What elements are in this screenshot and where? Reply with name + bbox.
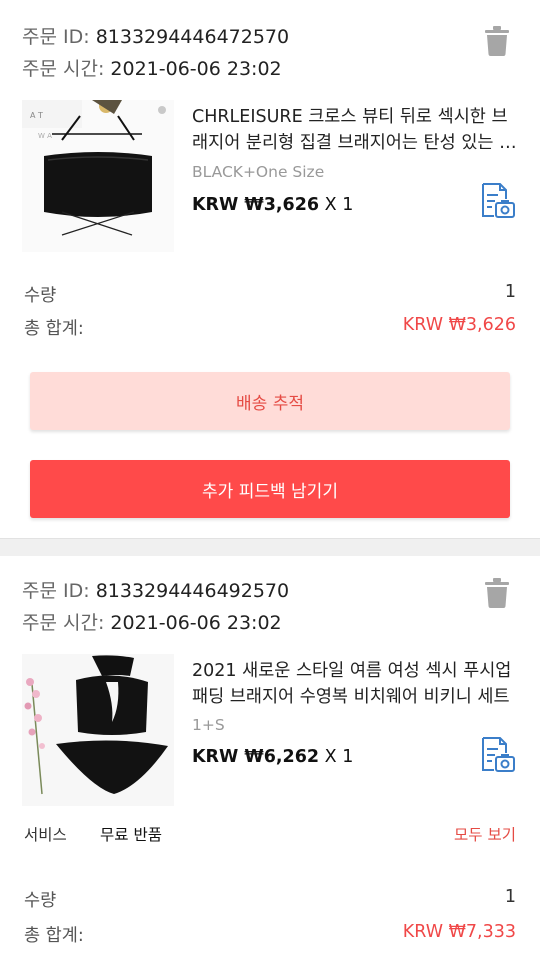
order-time-value: 2021-06-06 23:02: [110, 612, 282, 634]
order-id-value: 8133294446472570: [95, 26, 290, 48]
total-label: 총 합계:: [24, 319, 84, 339]
product-price: KRW ₩3,626: [192, 195, 320, 215]
trash-icon[interactable]: [484, 26, 510, 56]
order-time-row: 주문 시간: 2021-06-06 23:02: [22, 608, 282, 635]
order-separator: [0, 538, 540, 556]
track-shipment-button[interactable]: 배송 추적: [30, 372, 510, 430]
order-time-value: 2021-06-06 23:02: [110, 58, 282, 80]
product-image[interactable]: A T W A: [22, 100, 174, 252]
svg-text:A T: A T: [30, 111, 43, 120]
product-variant: BLACK+One Size: [192, 163, 325, 181]
order-id-row: 주문 ID: 8133294446492570: [22, 576, 289, 603]
trash-icon[interactable]: [484, 578, 510, 608]
total-value: KRW ₩7,333: [402, 922, 516, 942]
total-label: 총 합계:: [24, 926, 84, 946]
service-label: 서비스: [24, 826, 67, 844]
product-quantity-suffix: X 1: [319, 747, 354, 767]
product-price-row: KRW ₩3,626 X 1: [192, 195, 353, 215]
order-id-label: 주문 ID:: [22, 26, 96, 48]
order-id-label: 주문 ID:: [22, 580, 96, 602]
order-card: 주문 ID: 8133294446472570 주문 시간: 2021-06-0…: [0, 0, 540, 538]
order-time-label: 주문 시간:: [22, 612, 111, 634]
quantity-value: 1: [504, 887, 516, 907]
svg-text:W A: W A: [38, 132, 52, 140]
product-quantity-suffix: X 1: [319, 195, 354, 215]
product-price-row: KRW ₩6,262 X 1: [192, 747, 353, 767]
quantity-label: 수량: [24, 891, 57, 911]
leave-feedback-button[interactable]: 추가 피드백 남기기: [30, 460, 510, 518]
order-id-row: 주문 ID: 8133294446472570: [22, 22, 289, 49]
product-title[interactable]: CHRLEISURE 크로스 뷰티 뒤로 섹시한 브래지어 분리형 집결 브래지…: [192, 104, 522, 156]
product-price: KRW ₩6,262: [192, 747, 320, 767]
photo-review-icon[interactable]: [480, 736, 516, 774]
product-image[interactable]: [22, 654, 174, 806]
total-value: KRW ₩3,626: [402, 315, 516, 335]
photo-review-icon[interactable]: [480, 182, 516, 220]
order-id-value: 8133294446492570: [95, 580, 290, 602]
quantity-label: 수량: [24, 286, 57, 306]
order-time-label: 주문 시간:: [22, 58, 111, 80]
product-title[interactable]: 2021 새로운 스타일 여름 여성 섹시 푸시업 패딩 브래지어 수영복 비치…: [192, 658, 522, 710]
order-time-row: 주문 시간: 2021-06-06 23:02: [22, 54, 282, 81]
order-card: 주문 ID: 8133294446492570 주문 시간: 2021-06-0…: [0, 556, 540, 954]
view-all-link[interactable]: 모두 보기: [454, 823, 516, 845]
quantity-value: 1: [504, 282, 516, 302]
service-value: 무료 반품: [100, 826, 162, 844]
product-variant: 1+S: [192, 716, 225, 734]
